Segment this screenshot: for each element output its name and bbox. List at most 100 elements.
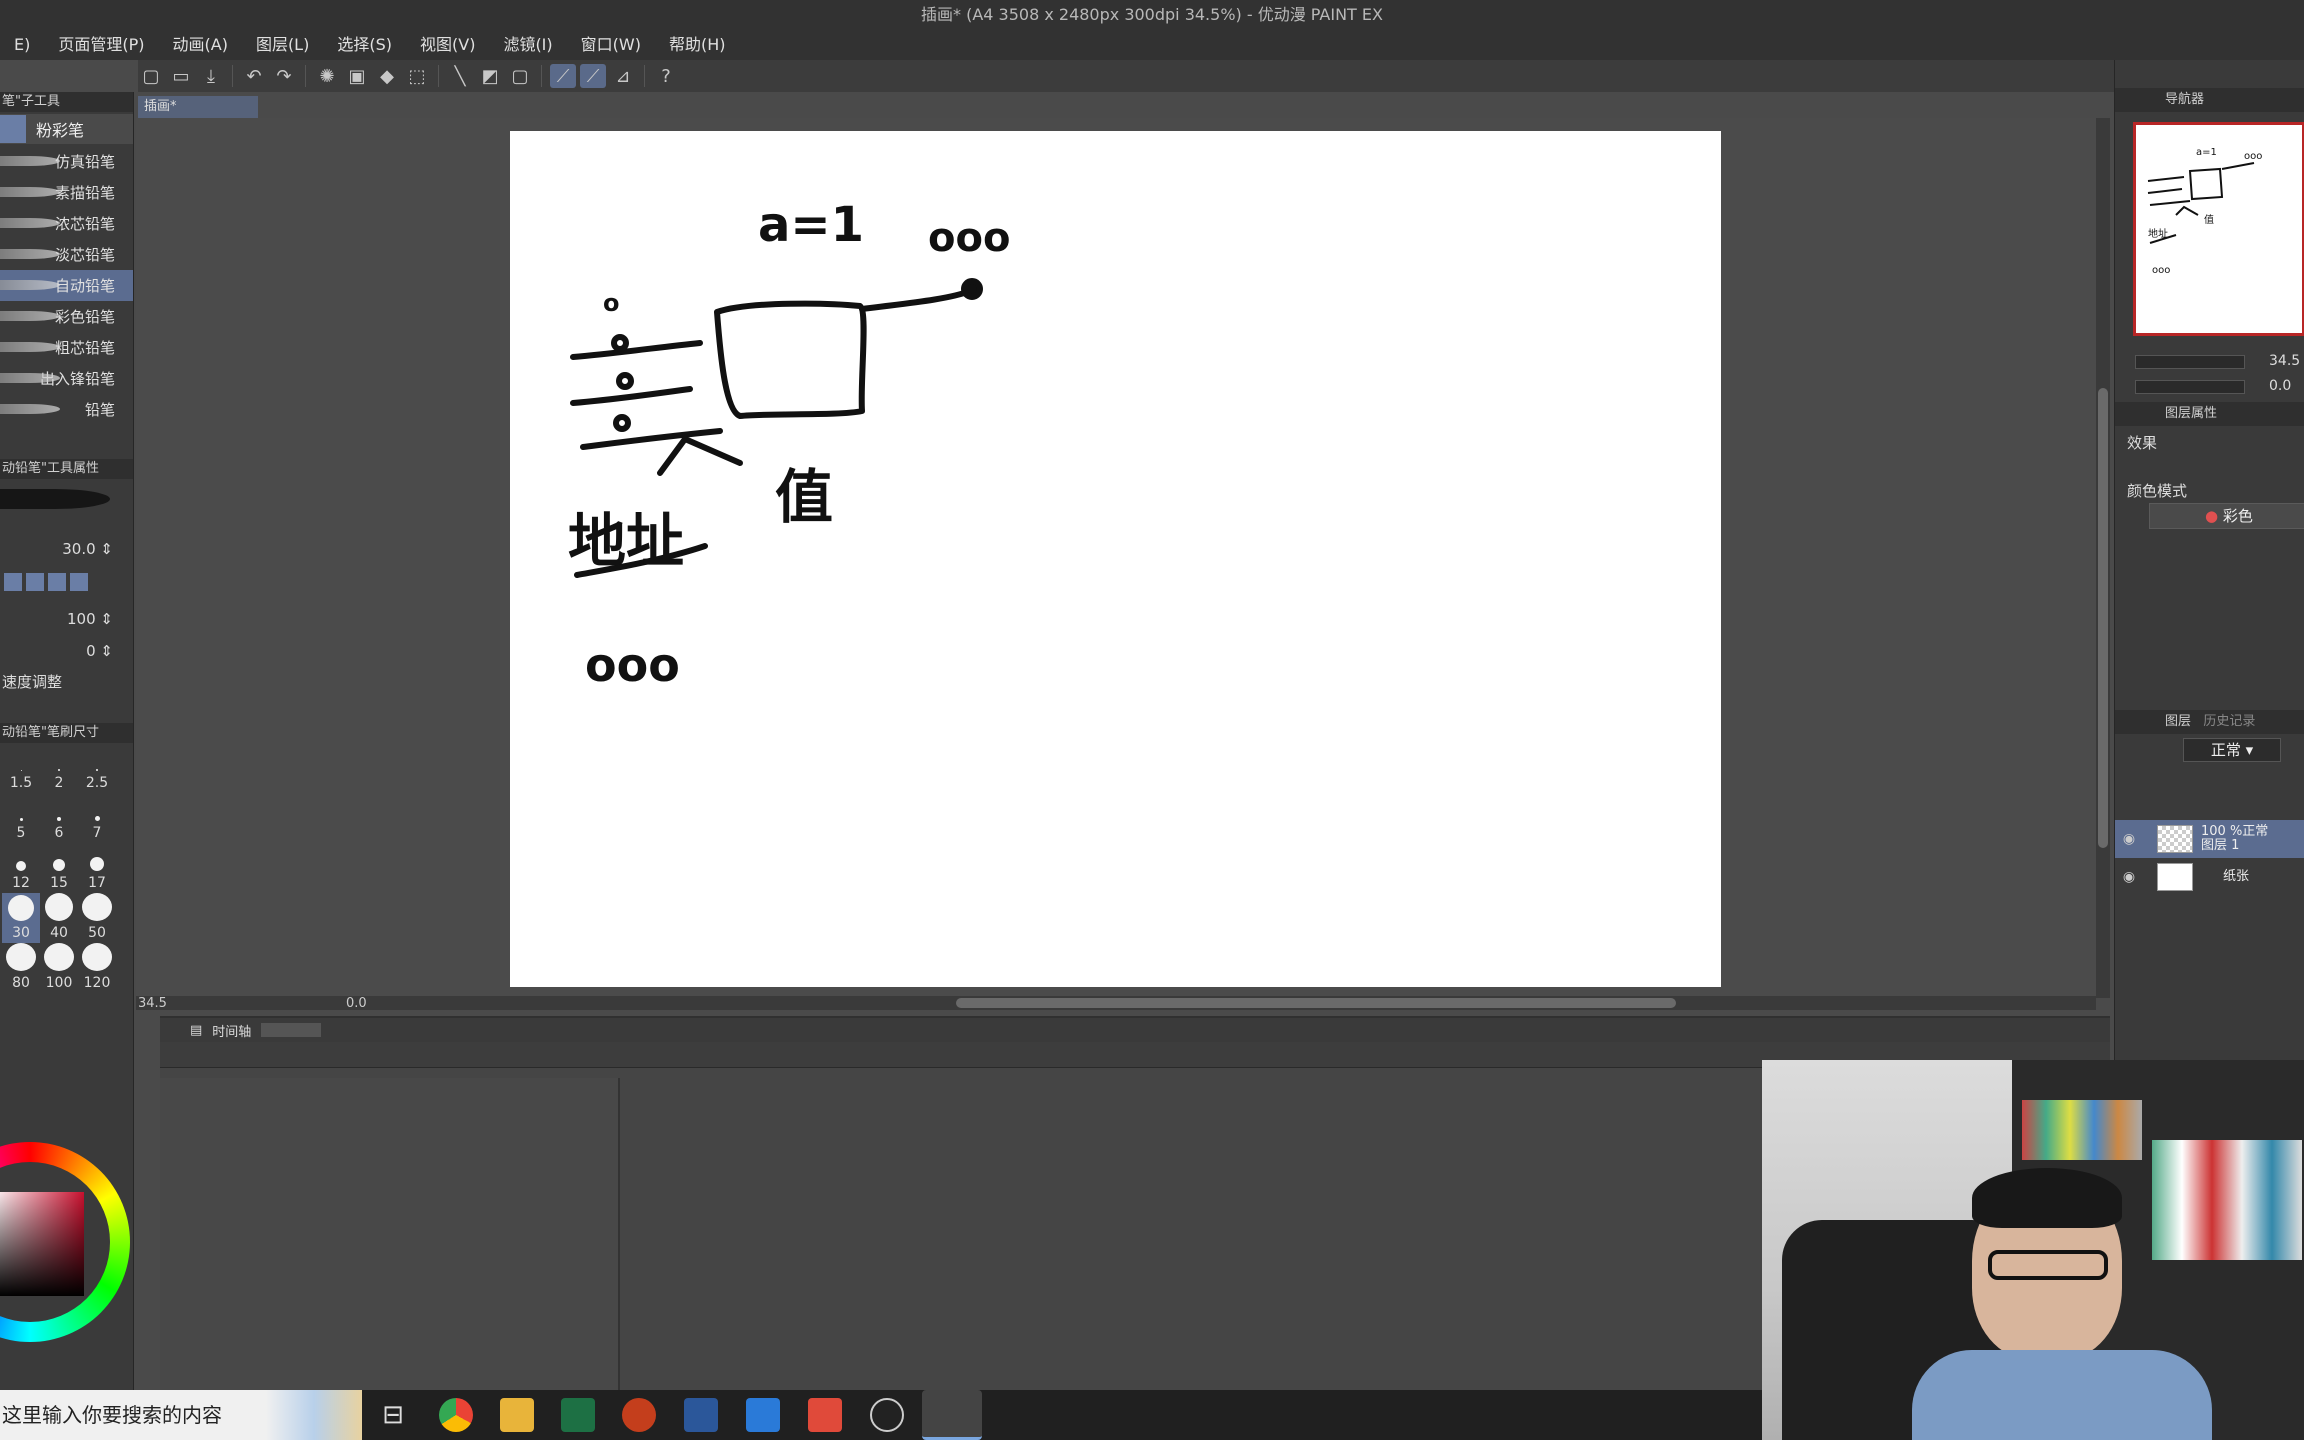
brush-size-cell[interactable]: 2.5 <box>78 743 116 793</box>
undo-icon[interactable]: ↶ <box>241 64 267 88</box>
color-swatch[interactable] <box>26 573 44 591</box>
snap-grid-icon[interactable]: ⊿ <box>610 64 636 88</box>
menu-item-animation[interactable]: 动画(A) <box>159 30 242 60</box>
clear-icon[interactable]: ▣ <box>344 64 370 88</box>
layer-row[interactable]: ◉ 纸张 <box>2115 858 2304 896</box>
brush-size-cell[interactable]: 15 <box>40 843 78 893</box>
loading-icon[interactable]: ✺ <box>314 64 340 88</box>
brush-size-cell[interactable]: 2 <box>40 743 78 793</box>
paint-app-icon[interactable] <box>922 1390 982 1440</box>
tab-history[interactable]: 历史记录 <box>2203 714 2255 729</box>
brush-item[interactable]: 仿真铅笔 <box>0 146 133 177</box>
brush-size-cell[interactable]: 100 <box>40 943 78 993</box>
menu-item-filter[interactable]: 滤镜(I) <box>489 30 566 60</box>
color-saturation-box[interactable] <box>0 1192 84 1296</box>
blend-mode-select[interactable]: 正常 ▾ <box>2183 738 2281 762</box>
horizontal-scrollbar[interactable] <box>136 996 2096 1010</box>
timeline-track-list[interactable] <box>160 1078 620 1394</box>
redo-icon[interactable]: ↷ <box>271 64 297 88</box>
speed-adjust-label[interactable]: 速度调整 <box>0 667 133 723</box>
size-dot <box>20 770 22 771</box>
menu-item-edit[interactable]: E) <box>0 30 44 60</box>
sketch-ooo-bottom: ooo <box>585 638 680 692</box>
file-explorer-icon[interactable] <box>500 1398 534 1432</box>
brush-item[interactable]: 粗芯铅笔 <box>0 332 133 363</box>
open-folder-icon[interactable]: ▭ <box>168 64 194 88</box>
menu-item-select[interactable]: 选择(S) <box>323 30 406 60</box>
brush-size-cell[interactable]: 40 <box>40 893 78 943</box>
stabilization-field[interactable]: 0 ⇕ <box>0 635 133 667</box>
obs-icon[interactable] <box>870 1398 904 1432</box>
brush-item[interactable]: 素描铅笔 <box>0 177 133 208</box>
brush-size-cell[interactable]: 17 <box>78 843 116 893</box>
opacity-field[interactable]: 100 ⇕ <box>0 603 133 635</box>
new-file-icon[interactable]: ▢ <box>138 64 164 88</box>
powerpoint-icon[interactable] <box>622 1398 656 1432</box>
brush-size-cell-selected[interactable]: 30 <box>2 893 40 943</box>
transform-icon[interactable]: ⬚ <box>404 64 430 88</box>
brush-size-cell[interactable]: 1.5 <box>2 743 40 793</box>
menu-item-help[interactable]: 帮助(H) <box>655 30 740 60</box>
feishu-icon[interactable] <box>746 1398 780 1432</box>
menu-item-view[interactable]: 视图(V) <box>406 30 489 60</box>
brush-item[interactable]: 彩色铅笔 <box>0 301 133 332</box>
tab-timeline[interactable]: 时间轴 <box>212 1021 251 1040</box>
save-icon[interactable]: ⤓ <box>198 64 224 88</box>
navigator-preview[interactable]: a=1 ooo 地址 值 ooo <box>2133 122 2304 336</box>
menu-item-layer[interactable]: 图层(L) <box>242 30 323 60</box>
eye-icon[interactable]: ◉ <box>2119 831 2139 847</box>
menu-item-window[interactable]: 窗口(W) <box>567 30 655 60</box>
brush-size-cell[interactable]: 80 <box>2 943 40 993</box>
layer-row-selected[interactable]: ◉ 100 %正常 图层 1 <box>2115 820 2304 858</box>
brush-size-cell[interactable]: 5 <box>2 793 40 843</box>
fill-icon[interactable]: ◆ <box>374 64 400 88</box>
navigator-zoom-slider[interactable] <box>2135 355 2245 369</box>
help-icon[interactable]: ? <box>653 64 679 88</box>
menu-item-page[interactable]: 页面管理(P) <box>44 30 158 60</box>
drawing-paper[interactable]: a=1 ooo o 地址 值 ooo <box>510 131 1721 987</box>
brush-item-selected[interactable]: 自动铅笔 <box>0 270 133 301</box>
brush-size-cell[interactable]: 6 <box>40 793 78 843</box>
brush-size-cell[interactable]: 120 <box>78 943 116 993</box>
chrome-icon[interactable] <box>439 1398 473 1432</box>
brush-size-cell[interactable]: 12 <box>2 843 40 893</box>
gradient-icon[interactable]: ◩ <box>477 64 503 88</box>
tab-layer[interactable]: 图层 <box>2165 714 2191 729</box>
vertical-scrollbar[interactable] <box>2096 118 2110 998</box>
tab-second[interactable] <box>261 1023 322 1037</box>
navigator-header[interactable]: 导航器 <box>2115 88 2304 112</box>
scrollbar-thumb[interactable] <box>2098 388 2108 848</box>
sketch-a-eq: a=1 <box>758 197 864 253</box>
brush-item[interactable]: 浓芯铅笔 <box>0 208 133 239</box>
snap-ruler-icon[interactable]: ⟋ <box>550 64 576 88</box>
xmind-icon[interactable] <box>808 1398 842 1432</box>
color-swatch[interactable] <box>4 573 22 591</box>
scrollbar-thumb[interactable] <box>956 998 1676 1008</box>
brush-item[interactable]: 铅笔 <box>0 394 133 425</box>
task-view-icon[interactable]: ⊟ <box>376 1398 410 1432</box>
brush-item[interactable]: 淡芯铅笔 <box>0 239 133 270</box>
brush-size-cell[interactable]: 7 <box>78 793 116 843</box>
document-tab[interactable]: 插画* <box>138 96 258 118</box>
eye-icon[interactable]: ◉ <box>2119 869 2139 885</box>
rotation-readout[interactable]: 0.0 <box>346 996 367 1011</box>
color-mode-button[interactable]: ● 彩色 <box>2149 503 2304 529</box>
navigator-rotate-slider[interactable] <box>2135 380 2245 394</box>
word-icon[interactable] <box>684 1398 718 1432</box>
layer-property-header[interactable]: 图层属性 <box>2115 402 2304 426</box>
excel-icon[interactable] <box>561 1398 595 1432</box>
sketch-address: 地址 <box>568 507 684 575</box>
brush-item[interactable]: 出入锋铅笔 <box>0 363 133 394</box>
ruler-icon[interactable]: ╲ <box>447 64 473 88</box>
brush-size-cell[interactable]: 50 <box>78 893 116 943</box>
subtool-tab-pencil[interactable] <box>0 115 26 143</box>
color-swatch[interactable] <box>48 573 66 591</box>
color-wheel[interactable] <box>0 1142 130 1342</box>
divider <box>541 65 542 87</box>
color-swatch[interactable] <box>70 573 88 591</box>
brush-size-field[interactable]: 30.0 ⇕ <box>0 533 133 565</box>
snap-special-ruler-icon[interactable]: ⟋ <box>580 64 606 88</box>
subtool-tab-pastel[interactable]: 粉彩笔 <box>26 117 84 141</box>
frame-icon[interactable]: ▢ <box>507 64 533 88</box>
zoom-readout[interactable]: 34.5 <box>138 996 167 1011</box>
